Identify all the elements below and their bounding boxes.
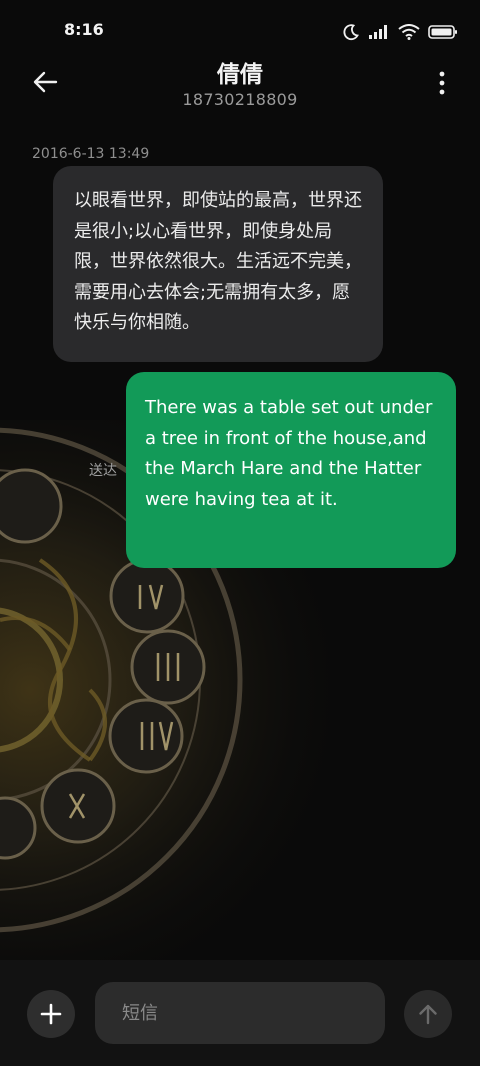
contact-name: 倩倩 [217,62,263,88]
contact-number: 18730218809 [182,90,298,109]
wifi-icon [398,24,420,40]
do-not-disturb-moon-icon [343,24,359,40]
delivery-status: 送达 [89,463,117,479]
status-time: 8:16 [64,20,104,39]
sms-conversation-screen: 8:16 倩倩 18730218809 2016-6-13 13:49 以眼看世… [0,0,480,1066]
send-button[interactable] [404,990,452,1038]
battery-icon [428,25,457,39]
signal-strength-icon [369,25,387,39]
arrow-up-icon [419,1004,437,1025]
message-input[interactable] [95,982,385,1044]
message-timestamp: 2016-6-13 13:49 [32,146,150,162]
incoming-message-bubble[interactable]: 以眼看世界，即使站的最高，世界还是很小;以心看世界，即使身处局限，世界依然很大。… [53,166,383,362]
add-attachment-button[interactable] [27,990,75,1038]
message-composer [0,960,480,1066]
more-options-button[interactable] [436,70,448,96]
plus-icon [40,1003,62,1025]
more-vertical-icon [439,71,445,95]
status-icons [342,21,458,43]
outgoing-message-bubble[interactable]: There was a table set out under a tree i… [126,372,456,568]
conversation-header: 倩倩 18730218809 [0,50,480,116]
